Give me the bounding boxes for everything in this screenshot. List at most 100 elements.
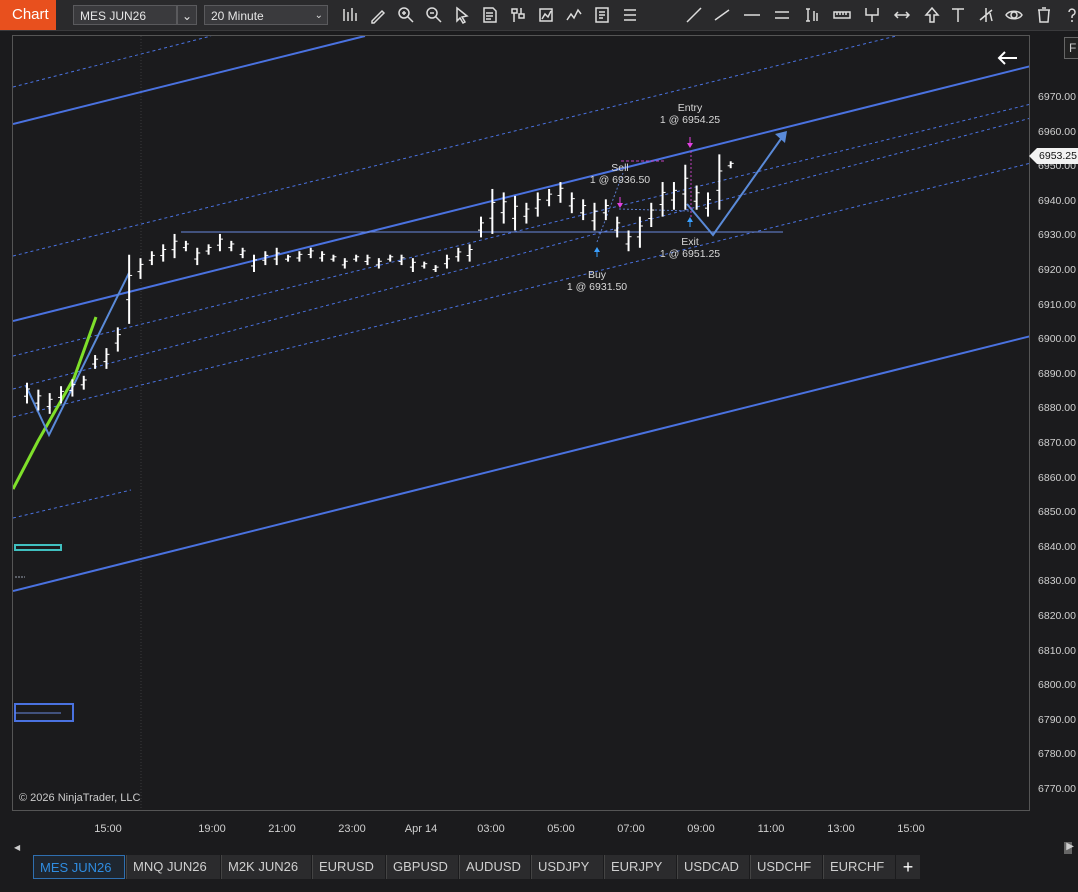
price-bar[interactable] [160,244,167,262]
instrument-tab[interactable]: MES JUN26 [33,855,125,879]
instrument-tab[interactable]: USDCHF [750,855,822,879]
instrument-tab[interactable]: M2K JUN26 [221,855,311,879]
horizontal-line-icon[interactable] [742,5,762,25]
price-bar[interactable] [580,199,587,221]
instrument-tab[interactable]: AUDUSD [459,855,530,879]
price-bar[interactable] [625,230,632,252]
price-bar[interactable] [126,254,133,324]
price-bar[interactable] [205,244,212,255]
zoom-in-icon[interactable] [396,5,416,25]
price-bar[interactable] [659,182,666,217]
instrument-tab[interactable]: EURCHF [823,855,895,879]
price-bar[interactable] [682,164,689,210]
f-button[interactable]: F [1064,37,1078,59]
price-bar[interactable] [307,247,314,259]
time-axis[interactable]: 15:00 19:00 21:00 23:00 Apr 14 03:00 05:00 07:0… [12,811,1030,841]
price-bar[interactable] [182,240,189,252]
instrument-selector[interactable]: MES JUN26 [73,5,177,25]
swing-zigzag-line[interactable] [25,272,130,438]
entry-sell-arrow-icon[interactable] [687,143,693,148]
price-bar[interactable] [285,254,292,262]
price-bar[interactable] [534,192,541,217]
price-bar[interactable] [466,244,473,262]
price-bar[interactable] [114,327,121,352]
indicators-icon[interactable] [564,5,584,25]
channel-dash-line[interactable] [13,36,212,88]
add-tab-button[interactable]: + [896,855,920,879]
price-bar[interactable] [648,202,655,228]
back-arrow-icon[interactable] [997,51,1017,65]
text-tool-icon[interactable] [948,5,968,25]
channel-upper-line[interactable] [13,36,366,125]
bar-style-icon[interactable] [340,5,360,25]
channel-middle-line[interactable] [13,65,1030,322]
price-bar[interactable] [523,202,530,224]
price-bar[interactable] [228,240,235,252]
ray-icon[interactable] [712,5,732,25]
sell-arrow-icon[interactable] [617,203,623,208]
price-bar[interactable] [727,161,734,169]
price-bar[interactable] [455,247,462,262]
price-bar[interactable] [80,375,87,390]
price-bar[interactable] [512,195,519,231]
instrument-tab[interactable]: EURJPY [604,855,676,879]
price-bar[interactable] [251,254,257,272]
price-bar[interactable] [478,216,484,238]
zoom-out-icon[interactable] [424,5,444,25]
price-bar[interactable] [364,254,371,266]
price-bar[interactable] [353,254,360,262]
price-bar[interactable] [705,192,711,217]
scroll-right-icon[interactable]: ▶ [1066,841,1074,852]
price-bar[interactable] [614,216,621,238]
pitchfork-icon[interactable] [976,5,996,25]
price-bar[interactable] [670,182,677,210]
templates-icon[interactable] [592,5,612,25]
buy-arrow-icon[interactable] [594,247,600,252]
range-icon[interactable] [772,5,792,25]
data-box-icon[interactable] [480,5,500,25]
help-icon[interactable] [1062,5,1078,25]
price-bar[interactable] [489,188,496,234]
price-bar[interactable] [432,265,439,272]
channel-dash-line[interactable] [13,36,897,257]
price-bar[interactable] [591,202,598,231]
visibility-icon[interactable] [1004,5,1024,25]
instrument-tab[interactable]: MNQ JUN26 [126,855,220,879]
price-bar[interactable] [148,251,155,266]
instrument-tab[interactable]: USDJPY [531,855,603,879]
price-bar[interactable] [296,251,303,262]
interval-selector[interactable]: 20 Minute ⌄ [204,5,328,25]
scroll-left-icon[interactable]: ◀ [14,843,22,853]
price-bar[interactable] [330,254,337,262]
channel-dash-line[interactable] [13,489,132,519]
price-bar[interactable] [171,233,178,259]
price-bar[interactable] [387,254,394,262]
arrow-line-icon[interactable] [892,5,912,25]
channel-dash-line[interactable] [13,162,1030,418]
region-highlight-box[interactable] [14,544,62,551]
price-bar[interactable] [409,258,416,272]
price-bar[interactable] [341,258,348,269]
price-bar[interactable] [375,258,382,269]
arrow-up-icon[interactable] [922,5,942,25]
time-cycle-icon[interactable] [802,5,822,25]
horizontal-scrollbar[interactable]: ◀ ▶ [12,841,1078,855]
delete-icon[interactable] [1034,5,1054,25]
channel-dash-line[interactable] [13,103,1030,357]
price-bar[interactable] [137,258,144,279]
exit-arrow-icon[interactable] [687,217,693,222]
pointer-icon[interactable] [452,5,472,25]
instrument-tab[interactable]: GBPUSD [386,855,458,879]
channel-lower-line[interactable] [13,335,1030,592]
chart-window-tab[interactable]: Chart [0,0,56,30]
price-bar[interactable] [319,251,326,262]
price-bar[interactable] [568,192,575,214]
trend-zigzag-line[interactable] [13,316,98,490]
channel-dash-line[interactable] [13,118,1030,390]
properties-icon[interactable] [620,5,640,25]
draw-pencil-icon[interactable] [368,5,388,25]
price-bar[interactable] [421,261,428,269]
price-bar[interactable] [46,393,53,414]
price-bar[interactable] [443,254,450,269]
instrument-tab[interactable]: EURUSD [312,855,385,879]
